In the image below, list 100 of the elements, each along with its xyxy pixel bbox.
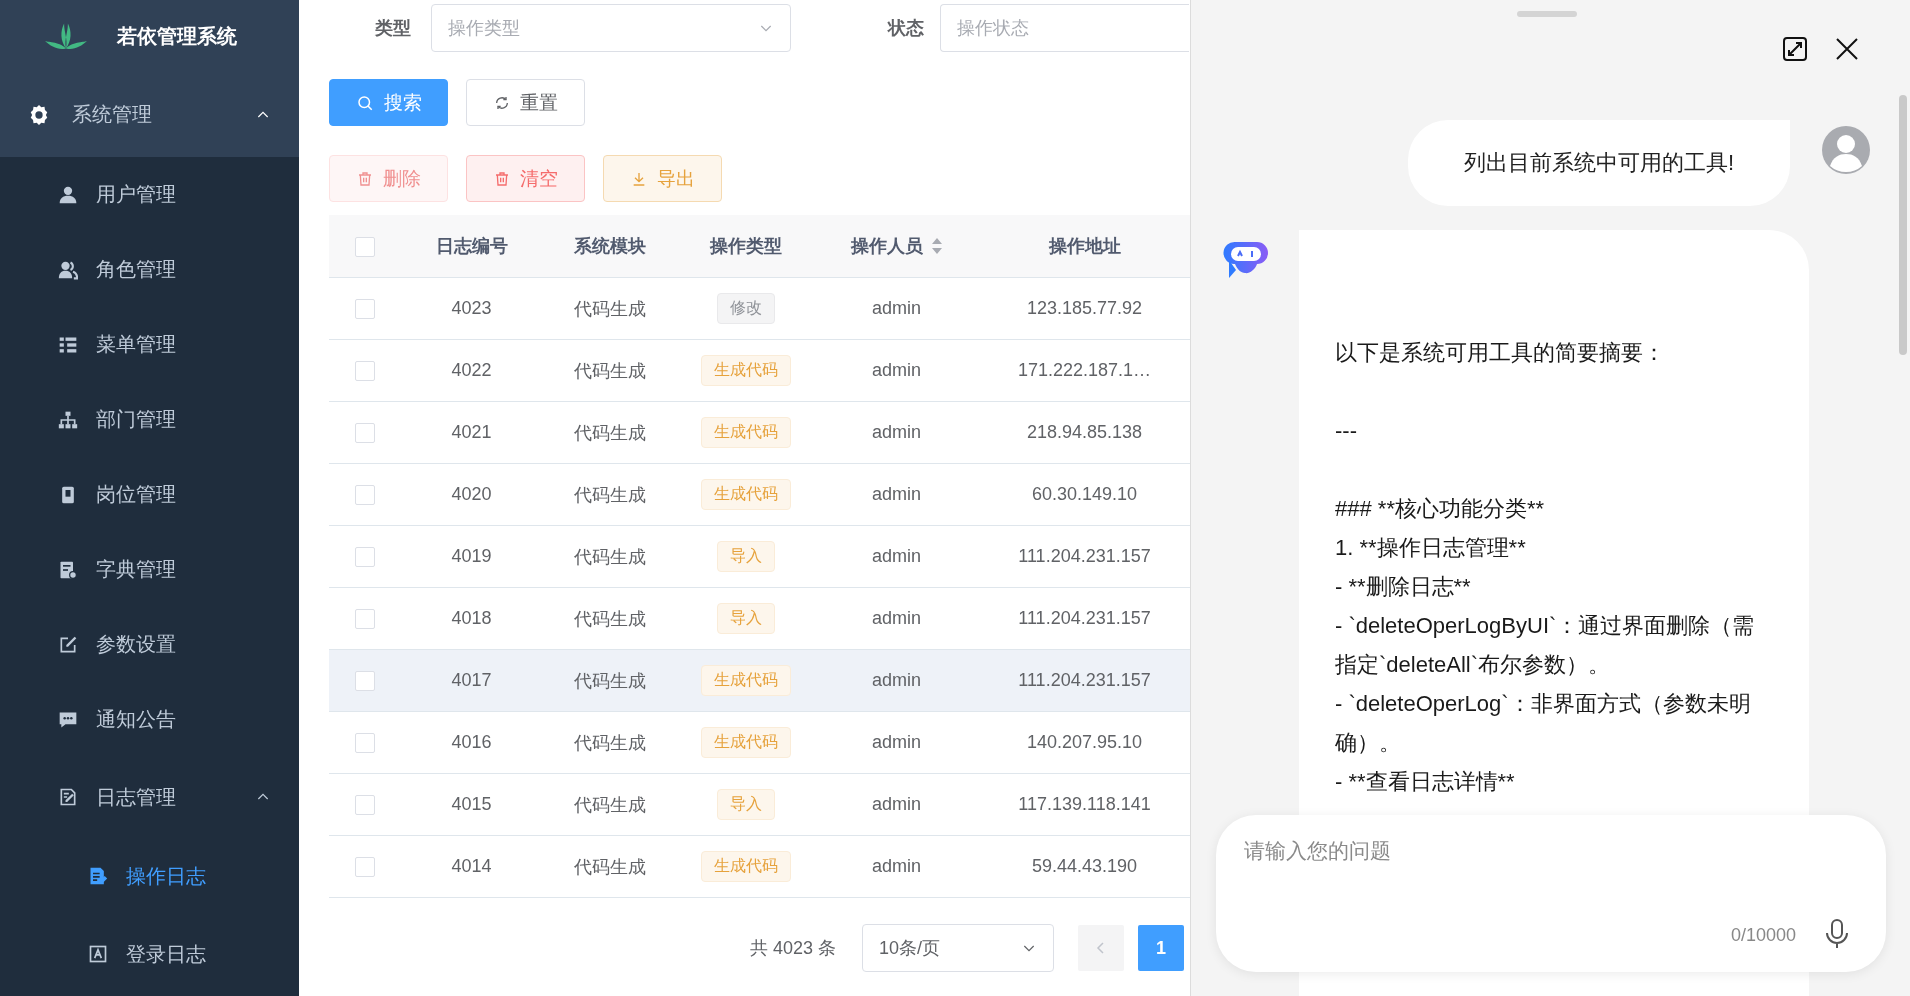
table-cell: admin — [872, 794, 921, 814]
refresh-icon — [493, 94, 510, 111]
scrollbar-thumb[interactable] — [1899, 95, 1907, 355]
checkbox[interactable] — [355, 423, 375, 444]
table-cell: 代码生成 — [574, 298, 646, 319]
table-cell: 代码生成 — [574, 794, 646, 815]
sort-icon[interactable] — [930, 237, 943, 255]
checkbox[interactable] — [355, 671, 375, 692]
table-row[interactable]: 4022 代码生成 生成代码 admin 171.222.187.1… — [329, 339, 1190, 402]
table-cell: 代码生成 — [574, 732, 646, 753]
document-icon — [88, 866, 108, 886]
type-tag: 生成代码 — [701, 665, 791, 696]
users-icon — [58, 259, 78, 280]
table-cell: 111.204.231.157 — [1018, 608, 1151, 628]
checkbox[interactable] — [355, 299, 375, 320]
checkbox[interactable] — [355, 733, 375, 754]
table-cell: 171.222.187.1… — [1017, 360, 1152, 380]
column-header: 系统模块 — [574, 235, 646, 258]
table-cell: 代码生成 — [574, 670, 646, 691]
table-cell: 117.139.118.141 — [1018, 794, 1151, 814]
char-counter: 0/10000 — [1730, 925, 1796, 946]
table-row[interactable]: 4019 代码生成 导入 admin 111.204.231.157 — [329, 525, 1190, 588]
message-text: 1. **操作日志管理** — [1335, 534, 1527, 562]
type-tag: 生成代码 — [701, 727, 791, 758]
table-cell: 123.185.77.92 — [1026, 298, 1143, 318]
table-cell: 4018 — [451, 608, 492, 628]
table-row[interactable]: 4021 代码生成 生成代码 admin 218.94.85.138 — [329, 401, 1190, 464]
org-chart-icon — [58, 409, 78, 430]
type-tag: 导入 — [717, 789, 775, 820]
checkbox[interactable] — [355, 361, 375, 382]
table-cell: 4020 — [451, 484, 492, 504]
type-tag: 修改 — [717, 293, 775, 324]
table-cell: 4014 — [451, 856, 492, 876]
table-cell: 111.204.231.157 — [1018, 670, 1151, 690]
table-cell: admin — [872, 360, 921, 380]
table-cell: admin — [872, 732, 921, 752]
table-cell: 代码生成 — [574, 360, 646, 381]
table-cell: 60.30.149.10 — [1031, 484, 1138, 504]
table-cell: admin — [872, 670, 921, 690]
table-row[interactable]: 4020 代码生成 生成代码 admin 60.30.149.10 — [329, 463, 1190, 526]
avatar-icon — [1822, 126, 1870, 174]
message-text: --- — [1335, 417, 1358, 445]
table-cell: 4017 — [451, 670, 492, 690]
table-cell: admin — [872, 546, 921, 566]
table-cell: 代码生成 — [574, 422, 646, 443]
table-row[interactable]: 4017 代码生成 生成代码 admin 111.204.231.157 — [329, 649, 1190, 712]
table-cell: 4015 — [451, 794, 492, 814]
table-row[interactable]: 4015 代码生成 导入 admin 117.139.118.141 — [329, 773, 1190, 836]
checkbox[interactable] — [355, 857, 375, 878]
checkbox[interactable] — [355, 547, 375, 568]
column-header: 操作类型 — [710, 235, 782, 258]
trash-icon — [356, 170, 373, 187]
menu-group[interactable]: 系统管理 — [0, 72, 299, 157]
table-cell: 4016 — [451, 732, 492, 752]
message-text: 以下是系统可用工具的简要摘要： — [1335, 339, 1666, 367]
column-header: 操作地址 — [1048, 235, 1121, 258]
type-tag: 生成代码 — [701, 479, 791, 510]
table-row[interactable]: 4023 代码生成 修改 admin 123.185.77.92 — [329, 277, 1190, 340]
checkbox[interactable] — [355, 485, 375, 506]
table-cell: 代码生成 — [574, 546, 646, 567]
expand-button[interactable] — [1782, 36, 1808, 62]
type-tag: 导入 — [717, 541, 775, 572]
column-header: 日志编号 — [435, 235, 508, 258]
table-row[interactable]: 4018 代码生成 导入 admin 111.204.231.157 — [329, 587, 1190, 650]
chat-bubble-icon — [1223, 240, 1269, 280]
table-cell: 代码生成 — [574, 484, 646, 505]
question-input[interactable]: 请输入您的问题 — [1244, 837, 1804, 877]
table-cell: admin — [872, 608, 921, 628]
type-tag: 生成代码 — [701, 355, 791, 386]
table-cell: 59.44.43.190 — [1031, 856, 1138, 876]
table-cell: admin — [872, 856, 921, 876]
type-tag: 生成代码 — [701, 851, 791, 882]
microphone-button[interactable] — [1824, 918, 1850, 950]
search-icon — [355, 93, 374, 112]
page-size-select[interactable]: 10条/页 — [862, 924, 1055, 972]
user-icon — [58, 184, 78, 205]
message-text: - **查看日志详情** — [1335, 768, 1516, 796]
type-tag: 生成代码 — [701, 417, 791, 448]
close-button[interactable] — [1834, 36, 1860, 62]
filter-label: 状态 — [886, 17, 925, 40]
reset-button[interactable]: 重置 — [466, 79, 585, 126]
notepad-icon — [58, 787, 78, 807]
message-text: ### **核心功能分类** — [1335, 495, 1546, 523]
message-text: - `deleteOperLog`：非界面方式（参数未明确）。 — [1335, 690, 1752, 757]
checkbox[interactable] — [355, 609, 375, 630]
table-cell: admin — [872, 298, 921, 318]
table-row[interactable]: 4014 代码生成 生成代码 admin 59.44.43.190 — [329, 835, 1190, 898]
table-row[interactable]: 4016 代码生成 生成代码 admin 140.207.95.10 — [329, 711, 1190, 774]
checkbox[interactable] — [355, 236, 375, 257]
book-icon — [58, 559, 78, 580]
checkbox[interactable] — [355, 795, 375, 816]
gear-icon — [28, 103, 50, 126]
trash-icon — [493, 170, 510, 187]
table-cell: 代码生成 — [574, 856, 646, 877]
table-cell: 140.207.95.10 — [1026, 732, 1143, 752]
drag-handle[interactable] — [1517, 11, 1577, 17]
table-cell: admin — [872, 422, 921, 442]
edit-icon — [58, 634, 78, 655]
message-text: - **删除日志** — [1335, 573, 1472, 601]
app-title: 若依管理系统 — [116, 23, 237, 49]
